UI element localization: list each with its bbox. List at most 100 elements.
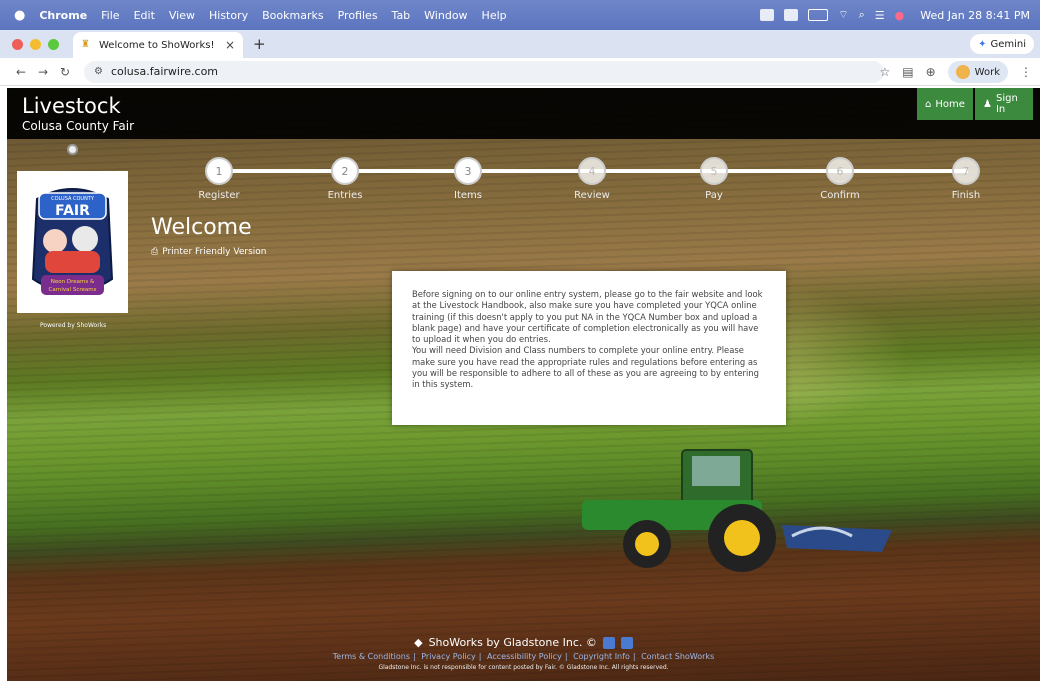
step-number: 3 <box>454 157 482 185</box>
page-title: Welcome <box>151 215 252 240</box>
browser-toolbar: ← → ↻ ⚙ colusa.fairwire.com ☆ ▤ ⊕ Work ⋮ <box>0 58 1040 86</box>
toolbar-right: ☆ ▤ ⊕ Work ⋮ <box>880 61 1032 83</box>
step-register: 1 Register <box>179 157 259 201</box>
zoom-window-button[interactable] <box>48 38 59 50</box>
close-tab-icon[interactable]: × <box>225 38 235 52</box>
sign-in-button[interactable]: ♟ Sign In <box>975 88 1033 120</box>
step-number: 1 <box>205 157 233 185</box>
tractor-illustration <box>582 449 892 572</box>
browser-tab[interactable]: ♜ Welcome to ShoWorks! × <box>73 32 243 58</box>
home-label: Home <box>935 98 965 110</box>
menu-tab[interactable]: Tab <box>392 9 411 22</box>
extensions-icon[interactable]: ⊕ <box>926 65 936 79</box>
screen-share-icon[interactable] <box>760 9 775 21</box>
fair-logo-graphic: COLUSA COUNTY FAIR Neon Dreams & Carniva… <box>31 188 114 295</box>
back-arrow-icon[interactable]: ← <box>10 65 32 79</box>
notice-paragraph-1: Before signing on to our online entry sy… <box>412 289 763 345</box>
gemini-label: Gemini <box>990 38 1026 50</box>
menu-file[interactable]: File <box>101 9 119 22</box>
step-confirm: 6 Confirm <box>800 157 880 201</box>
profile-chip[interactable]: Work <box>947 61 1008 83</box>
apple-icon[interactable]: ● <box>14 8 25 23</box>
logo-line-3: Neon Dreams & <box>51 279 95 285</box>
step-items: 3 Items <box>428 157 508 201</box>
menu-view[interactable]: View <box>169 9 195 22</box>
powered-by-label: Powered by ShoWorks <box>40 322 107 329</box>
step-pay: 5 Pay <box>674 157 754 201</box>
showorks-logo-icon: ◆ <box>414 636 423 649</box>
minimize-window-button[interactable] <box>30 38 41 50</box>
footer-links: Terms & Conditions | Privacy Policy | Acce… <box>332 652 715 661</box>
avatar <box>955 65 970 79</box>
menu-help[interactable]: Help <box>482 9 507 22</box>
bookmark-star-icon[interactable]: ☆ <box>880 65 891 79</box>
reload-icon[interactable]: ↻ <box>54 65 76 79</box>
search-icon[interactable]: ⌕ <box>859 8 865 22</box>
footer-link-accessibility[interactable]: Accessibility Policy <box>487 652 562 661</box>
footer-link-contact[interactable]: Contact ShoWorks <box>641 652 714 661</box>
reader-mode-icon[interactable]: ▤ <box>902 65 913 79</box>
menu-edit[interactable]: Edit <box>134 9 155 22</box>
keyboard-icon[interactable] <box>784 9 799 21</box>
step-label: Finish <box>951 190 981 201</box>
notice-paragraph-2: You will need Division and Class numbers… <box>412 345 759 390</box>
tab-title: Welcome to ShoWorks! <box>99 39 215 51</box>
menu-kebab-icon[interactable]: ⋮ <box>1020 65 1032 79</box>
step-finish: 7 Finish <box>926 157 1006 201</box>
twitter-icon[interactable] <box>602 636 615 649</box>
step-label: Confirm <box>820 190 860 201</box>
tab-strip: ♜ Welcome to ShoWorks! × + ✦ Gemini <box>0 30 1040 58</box>
trophy-icon: ♜ <box>81 39 90 50</box>
user-icon: ♟ <box>983 98 992 110</box>
address-bar[interactable]: ⚙ colusa.fairwire.com <box>84 60 884 83</box>
printer-friendly-label: Printer Friendly Version <box>162 247 267 257</box>
site-header: Livestock Colusa County Fair ⌂ Home ♟ Si… <box>7 88 1040 139</box>
control-center-icon[interactable]: ☰ <box>875 9 885 22</box>
site-title: Livestock <box>22 94 121 118</box>
fair-logo: COLUSA COUNTY FAIR Neon Dreams & Carniva… <box>17 171 128 313</box>
siri-icon[interactable]: ● <box>895 9 905 22</box>
logo-line-2: FAIR <box>55 203 90 219</box>
gemini-button[interactable]: ✦ Gemini <box>970 34 1034 54</box>
forward-arrow-icon[interactable]: → <box>32 65 54 79</box>
carousel-dot[interactable] <box>67 144 78 155</box>
step-number: 4 <box>578 157 606 185</box>
step-label: Items <box>454 190 482 201</box>
menu-window[interactable]: Window <box>424 9 467 22</box>
footer-brand: ◆ ShoWorks by Gladstone Inc. © <box>7 636 1040 649</box>
step-entries: 2 Entries <box>305 157 385 201</box>
wifi-icon[interactable]: ⌔ <box>838 8 848 22</box>
printer-icon: ⎙ <box>151 247 159 257</box>
battery-icon[interactable] <box>808 9 829 21</box>
footer-link-privacy[interactable]: Privacy Policy <box>421 652 476 661</box>
menu-app-chrome[interactable]: Chrome <box>39 9 87 22</box>
new-tab-button[interactable]: + <box>253 35 266 53</box>
step-review: 4 Review <box>552 157 632 201</box>
site-subtitle: Colusa County Fair <box>22 119 135 133</box>
site-footer: ◆ ShoWorks by Gladstone Inc. © Terms & C… <box>7 636 1040 671</box>
menu-history[interactable]: History <box>209 9 248 22</box>
site-settings-icon[interactable]: ⚙ <box>94 66 103 77</box>
page-content: Livestock Colusa County Fair ⌂ Home ♟ Si… <box>7 88 1040 681</box>
footer-link-terms[interactable]: Terms & Conditions <box>333 652 410 661</box>
macos-menubar: ● Chrome File Edit View History Bookmark… <box>0 0 1040 30</box>
gemini-spark-icon: ✦ <box>978 38 987 50</box>
step-label: Pay <box>705 190 723 201</box>
url-text: colusa.fairwire.com <box>110 65 219 78</box>
status-area: ⌔ ⌕ ☰ ● Wed Jan 28 8:41 PM <box>760 0 1030 30</box>
footer-brand-text: ShoWorks by Gladstone Inc. © <box>428 636 597 649</box>
notice-box: Before signing on to our online entry sy… <box>392 271 786 425</box>
profile-label: Work <box>974 66 1000 78</box>
facebook-icon[interactable] <box>620 636 633 649</box>
sign-in-label: Sign In <box>995 93 1018 115</box>
window-controls <box>12 38 59 50</box>
home-button[interactable]: ⌂ Home <box>917 88 973 120</box>
home-icon: ⌂ <box>925 98 932 110</box>
footer-link-copyright[interactable]: Copyright Info <box>573 652 630 661</box>
step-label: Review <box>574 190 610 201</box>
menu-bookmarks[interactable]: Bookmarks <box>262 9 323 22</box>
menubar-clock[interactable]: Wed Jan 28 8:41 PM <box>920 9 1030 22</box>
printer-friendly-link[interactable]: ⎙ Printer Friendly Version <box>151 247 266 257</box>
menu-profiles[interactable]: Profiles <box>338 9 378 22</box>
close-window-button[interactable] <box>12 38 23 50</box>
